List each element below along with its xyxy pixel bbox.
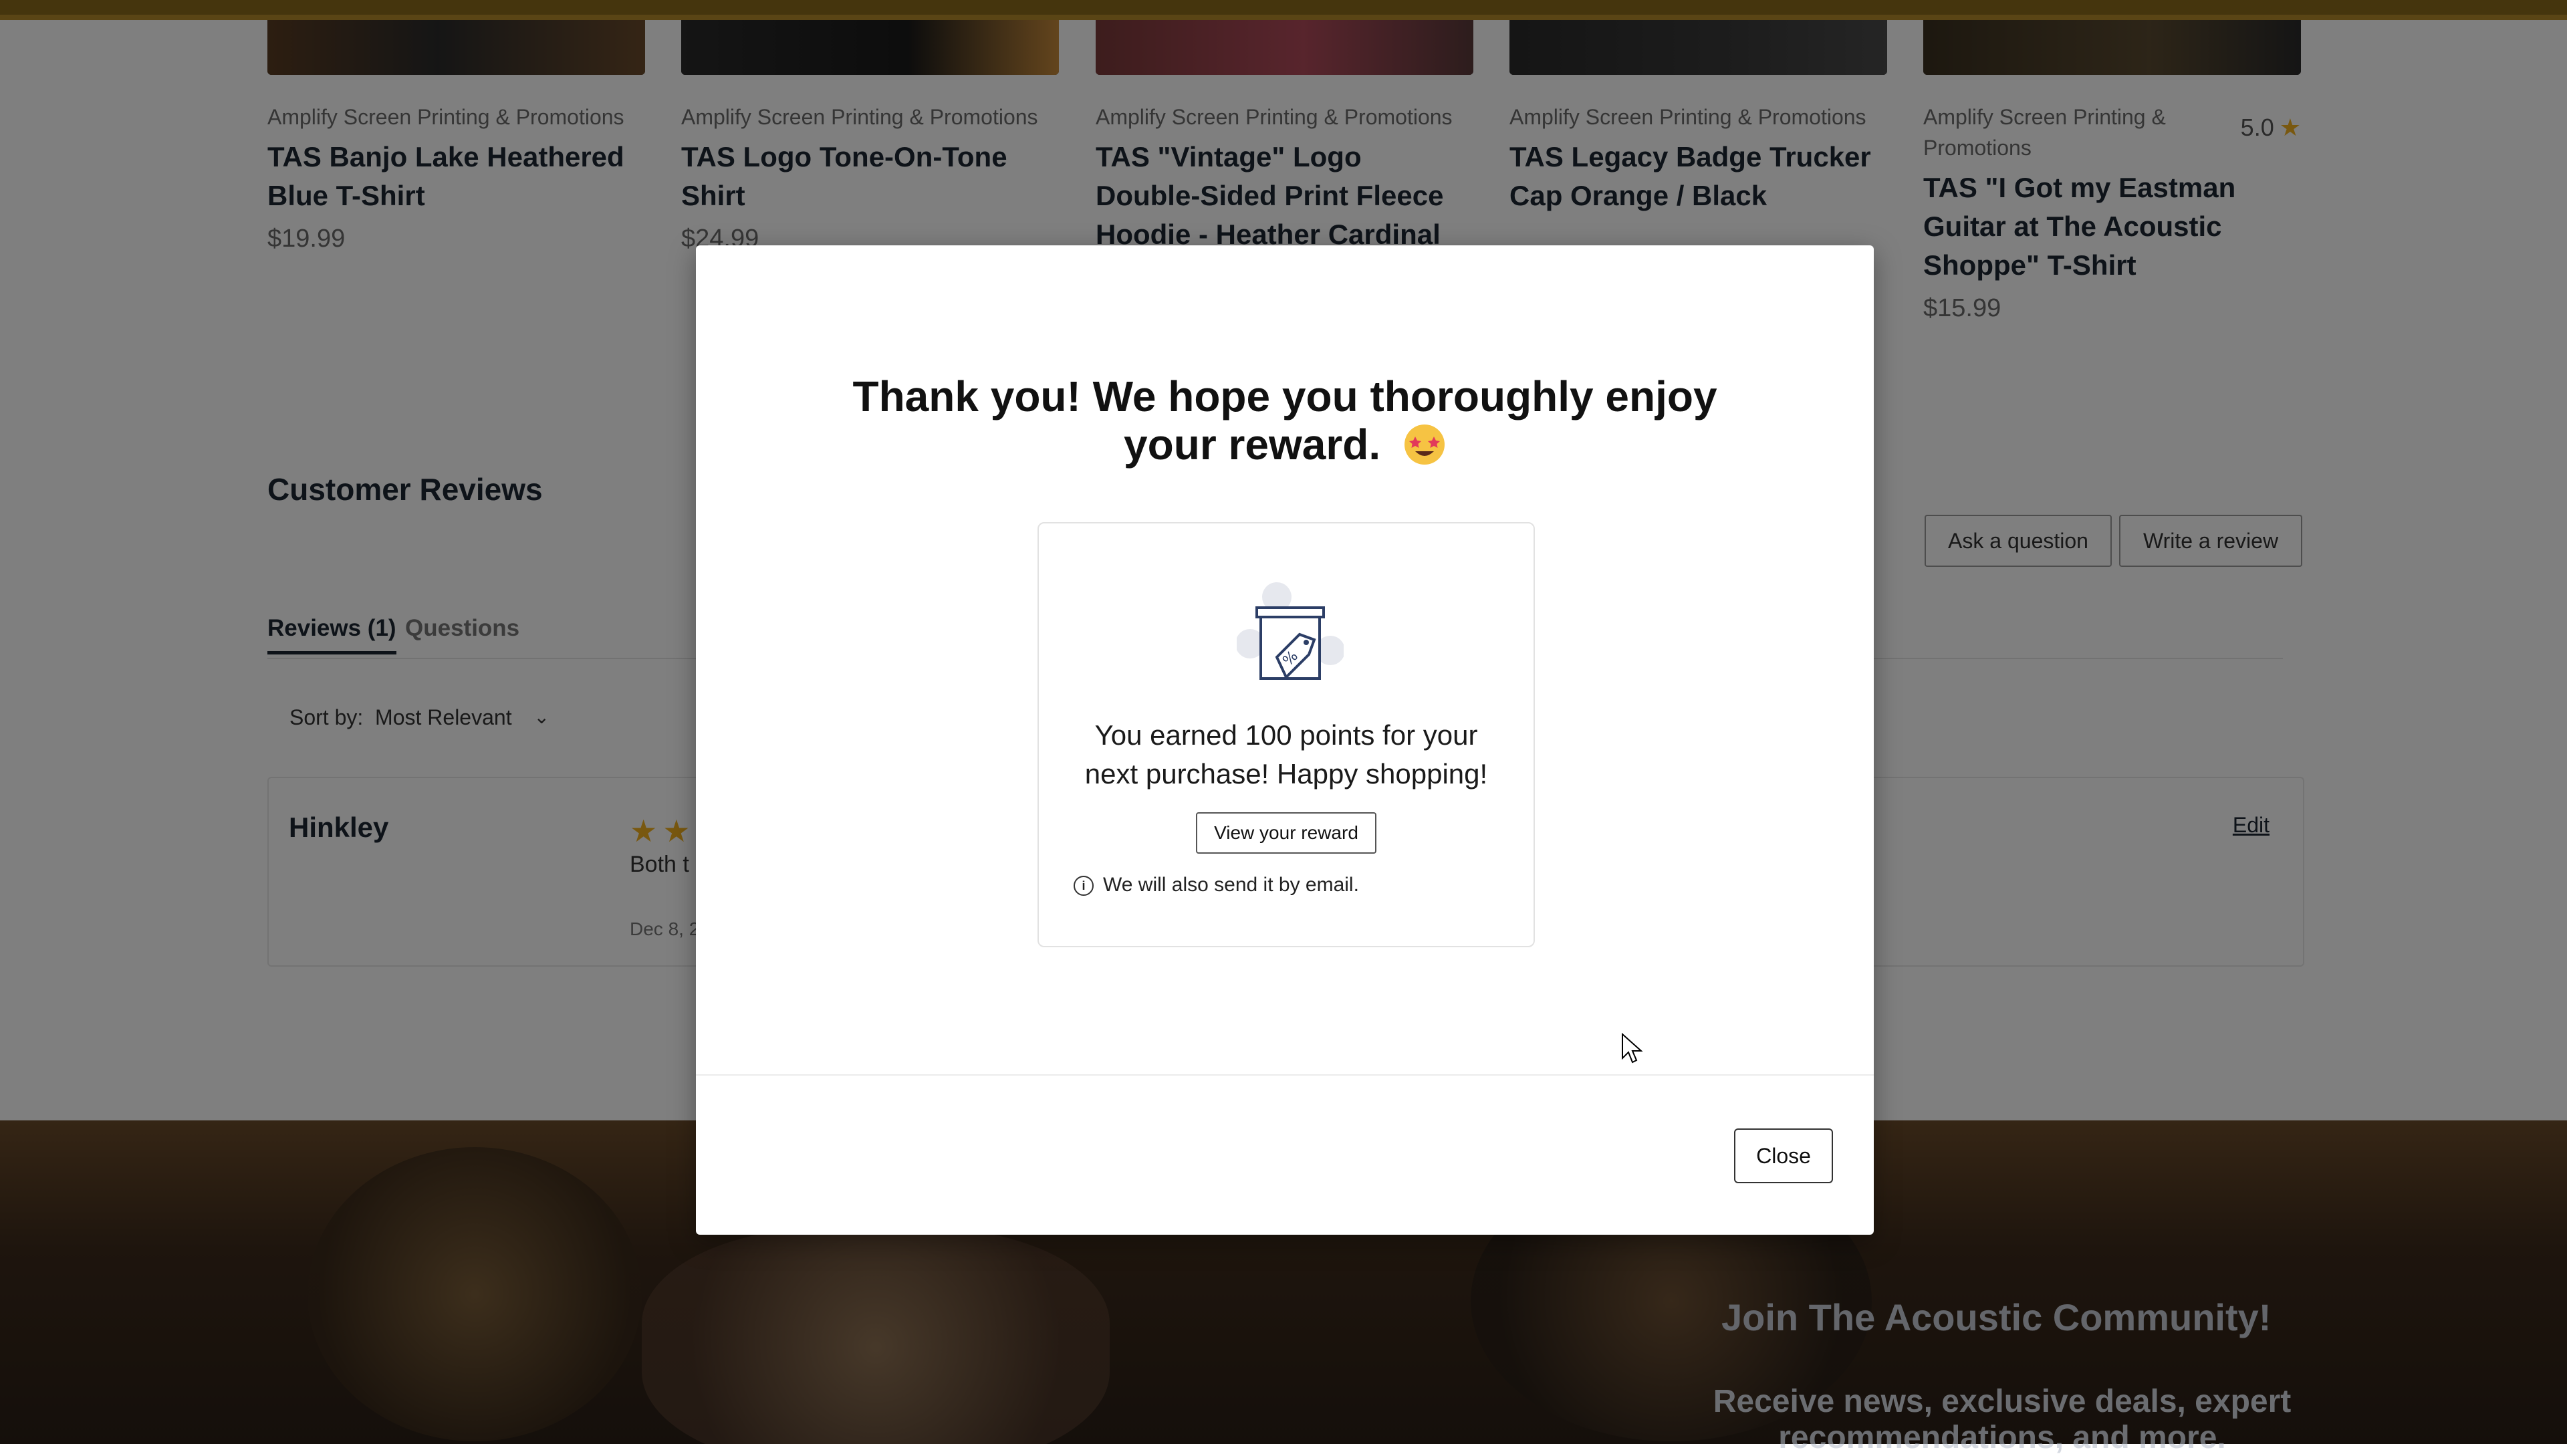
modal-title-line2: your reward. — [1124, 420, 1381, 469]
modal-divider — [696, 1074, 1874, 1076]
star-struck-emoji-icon — [1404, 424, 1445, 465]
email-note-text: We will also send it by email. — [1103, 874, 1359, 896]
email-note: i We will also send it by email. — [1074, 874, 1359, 896]
earned-line2: next purchase! Happy shopping! — [1084, 758, 1488, 790]
modal-title-line1: Thank you! We hope you thoroughly enjoy — [852, 372, 1717, 420]
modal-title: Thank you! We hope you thoroughly enjoy … — [696, 372, 1874, 469]
modal-title-line2-wrap: your reward. — [696, 420, 1874, 469]
info-icon: i — [1074, 876, 1094, 896]
points-earned-message: You earned 100 points for your next purc… — [1039, 716, 1534, 794]
earned-line1: You earned 100 points for your — [1094, 719, 1478, 751]
mouse-cursor-icon — [1622, 1033, 1643, 1064]
reward-modal: Thank you! We hope you thoroughly enjoy … — [696, 245, 1874, 1235]
reward-card: % You earned 100 points for your next pu… — [1037, 522, 1535, 947]
view-reward-button[interactable]: View your reward — [1196, 812, 1376, 854]
reward-box-icon: % — [1237, 582, 1344, 680]
close-button[interactable]: Close — [1734, 1128, 1833, 1183]
